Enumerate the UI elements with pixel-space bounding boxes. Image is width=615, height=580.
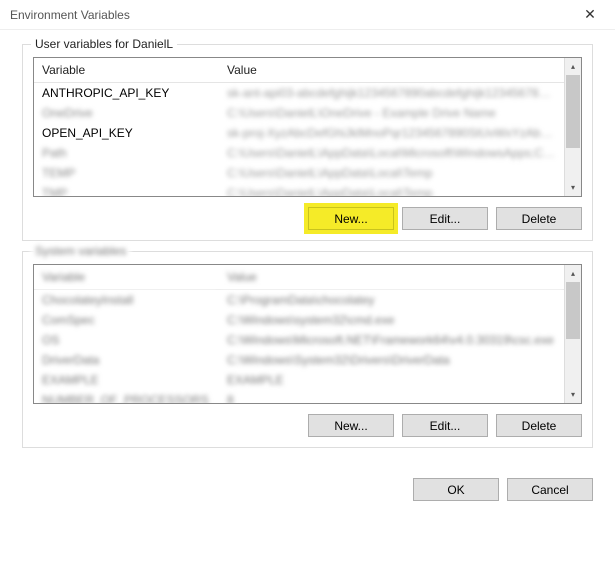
- user-scrollbar[interactable]: ▴ ▾: [564, 58, 581, 196]
- scroll-up-icon[interactable]: ▴: [565, 265, 581, 282]
- system-delete-button[interactable]: Delete: [496, 414, 582, 437]
- row-variable: OPEN_API_KEY: [34, 123, 219, 143]
- row-variable: OS: [34, 330, 219, 350]
- window-title: Environment Variables: [10, 8, 130, 22]
- row-value: C:\Users\DanielL\AppData\Local\Microsoft…: [219, 143, 564, 163]
- ok-button[interactable]: OK: [413, 478, 499, 501]
- system-button-row: New... Edit... Delete: [33, 414, 582, 437]
- row-value: 8: [219, 390, 564, 403]
- system-variables-group: System variables Variable Value Chocolat…: [22, 251, 593, 448]
- dialog-footer: OK Cancel: [0, 470, 615, 515]
- cancel-button[interactable]: Cancel: [507, 478, 593, 501]
- system-scrollbar[interactable]: ▴ ▾: [564, 265, 581, 403]
- row-variable: TEMP: [34, 163, 219, 183]
- system-variables-table-wrap: Variable Value ChocolateyInstallC:\Progr…: [33, 264, 582, 404]
- table-row[interactable]: PathC:\Users\DanielL\AppData\Local\Micro…: [34, 143, 564, 163]
- row-value: EXAMPLE: [219, 370, 564, 390]
- column-header-value[interactable]: Value: [219, 58, 564, 83]
- row-variable: DriverData: [34, 350, 219, 370]
- user-variables-table: Variable Value ANTHROPIC_API_KEYsk-ant-a…: [34, 58, 564, 196]
- table-header-row: Variable Value: [34, 265, 564, 290]
- table-row[interactable]: TMPC:\Users\DanielL\AppData\Local\Temp: [34, 183, 564, 196]
- scroll-down-icon[interactable]: ▾: [565, 179, 581, 196]
- row-variable: NUMBER_OF_PROCESSORS: [34, 390, 219, 403]
- column-header-variable[interactable]: Variable: [34, 265, 219, 290]
- row-value: C:\Users\DanielL\OneDrive - Example Driv…: [219, 103, 564, 123]
- table-row[interactable]: OneDriveC:\Users\DanielL\OneDrive - Exam…: [34, 103, 564, 123]
- user-delete-button[interactable]: Delete: [496, 207, 582, 230]
- row-value: C:\Users\DanielL\AppData\Local\Temp: [219, 163, 564, 183]
- user-new-button[interactable]: New...: [308, 207, 394, 230]
- user-group-legend: User variables for DanielL: [31, 37, 177, 51]
- system-new-button[interactable]: New...: [308, 414, 394, 437]
- scroll-thumb[interactable]: [566, 282, 580, 339]
- system-edit-button[interactable]: Edit...: [402, 414, 488, 437]
- scroll-down-icon[interactable]: ▾: [565, 386, 581, 403]
- row-value: C:\ProgramData\chocolatey: [219, 290, 564, 311]
- table-header-row: Variable Value: [34, 58, 564, 83]
- column-header-value[interactable]: Value: [219, 265, 564, 290]
- table-row[interactable]: OPEN_API_KEYsk-proj-XyzAbcDefGhiJklMnoPq…: [34, 123, 564, 143]
- close-button[interactable]: ✕: [571, 3, 609, 27]
- titlebar: Environment Variables ✕: [0, 0, 615, 30]
- system-variables-table-scroll: Variable Value ChocolateyInstallC:\Progr…: [34, 265, 564, 403]
- row-variable: TMP: [34, 183, 219, 196]
- user-variables-table-wrap: Variable Value ANTHROPIC_API_KEYsk-ant-a…: [33, 57, 582, 197]
- row-variable: ComSpec: [34, 310, 219, 330]
- scroll-track[interactable]: [565, 282, 581, 386]
- user-button-row: New... Edit... Delete: [33, 207, 582, 230]
- table-row[interactable]: DriverDataC:\Windows\System32\Drivers\Dr…: [34, 350, 564, 370]
- user-edit-button[interactable]: Edit...: [402, 207, 488, 230]
- system-group-legend: System variables: [31, 244, 130, 258]
- row-variable: OneDrive: [34, 103, 219, 123]
- row-value: C:\Windows\Microsoft.NET\Framework64\v4.…: [219, 330, 564, 350]
- table-row[interactable]: NUMBER_OF_PROCESSORS8: [34, 390, 564, 403]
- table-row[interactable]: ComSpecC:\Windows\system32\cmd.exe: [34, 310, 564, 330]
- table-row[interactable]: ANTHROPIC_API_KEYsk-ant-api03-abcdefghij…: [34, 83, 564, 104]
- content-area: User variables for DanielL Variable Valu…: [0, 30, 615, 470]
- table-row[interactable]: TEMPC:\Users\DanielL\AppData\Local\Temp: [34, 163, 564, 183]
- row-variable: Path: [34, 143, 219, 163]
- row-value: C:\Windows\system32\cmd.exe: [219, 310, 564, 330]
- row-value: C:\Users\DanielL\AppData\Local\Temp: [219, 183, 564, 196]
- row-variable: EXAMPLE: [34, 370, 219, 390]
- row-value: sk-proj-XyzAbcDefGhiJklMnoPqr1234567890S…: [219, 123, 564, 143]
- system-variables-table: Variable Value ChocolateyInstallC:\Progr…: [34, 265, 564, 403]
- user-variables-group: User variables for DanielL Variable Valu…: [22, 44, 593, 241]
- table-row[interactable]: OSC:\Windows\Microsoft.NET\Framework64\v…: [34, 330, 564, 350]
- column-header-variable[interactable]: Variable: [34, 58, 219, 83]
- user-variables-table-scroll: Variable Value ANTHROPIC_API_KEYsk-ant-a…: [34, 58, 564, 196]
- row-variable: ANTHROPIC_API_KEY: [34, 83, 219, 104]
- scroll-track[interactable]: [565, 75, 581, 179]
- row-value: C:\Windows\System32\Drivers\DriverData: [219, 350, 564, 370]
- table-row[interactable]: ChocolateyInstallC:\ProgramData\chocolat…: [34, 290, 564, 311]
- close-icon: ✕: [584, 6, 596, 23]
- scroll-up-icon[interactable]: ▴: [565, 58, 581, 75]
- row-variable: ChocolateyInstall: [34, 290, 219, 311]
- table-row[interactable]: EXAMPLEEXAMPLE: [34, 370, 564, 390]
- scroll-thumb[interactable]: [566, 75, 580, 148]
- row-value: sk-ant-api03-abcdefghijk1234567890abcdef…: [219, 83, 564, 104]
